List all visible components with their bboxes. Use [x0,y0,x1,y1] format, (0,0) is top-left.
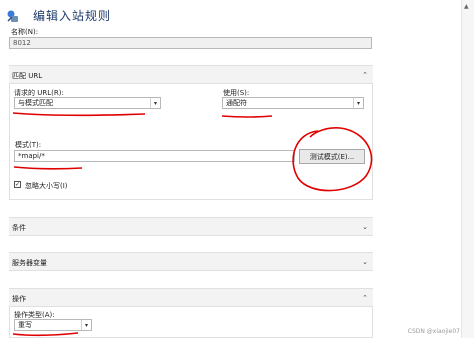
conditions-header[interactable]: 条件 ⌄ [9,217,373,236]
pattern-input[interactable]: *mapi/* [14,150,295,162]
expand-down-icon[interactable]: ⌄ [361,258,369,266]
collapse-up-icon[interactable]: ⌃ [361,294,369,302]
collapse-up-icon[interactable]: ⌃ [361,71,369,79]
chevron-down-icon: ▾ [150,98,160,108]
match-url-title: 匹配 URL [12,72,43,80]
ignore-case-checkbox[interactable]: ✓ [14,181,21,188]
page-title: 编辑入站规则 [33,9,112,23]
action-type-select[interactable]: 重写 ▾ [14,319,92,331]
name-field: 8012 [9,37,372,49]
name-label: 名称(N): [11,28,39,36]
requested-url-select[interactable]: 与模式匹配 ▾ [14,97,161,109]
rule-icon [7,10,18,22]
action-title: 操作 [12,295,26,303]
chevron-down-icon: ▾ [81,320,91,330]
using-value: 通配符 [226,99,247,107]
server-variables-title: 服务器变量 [12,259,47,267]
watermark: CSDN @xiaojie07 [407,328,460,335]
vertical-scrollbar[interactable] [461,0,474,338]
action-type-value: 重写 [18,321,32,329]
pattern-label: 模式(T): [15,141,42,149]
conditions-title: 条件 [12,224,26,232]
requested-url-value: 与模式匹配 [18,99,53,107]
using-select[interactable]: 通配符 ▾ [222,97,364,109]
test-pattern-button[interactable]: 测试模式(E)... [299,149,365,164]
match-url-header[interactable]: 匹配 URL ⌃ [9,65,373,84]
scroll-up-icon[interactable]: ▲ [464,3,469,10]
server-variables-header[interactable]: 服务器变量 ⌄ [9,252,373,271]
action-header[interactable]: 操作 ⌃ [9,288,373,307]
ignore-case-label: 忽略大小写(I) [25,182,68,190]
chevron-down-icon: ▾ [353,98,363,108]
expand-down-icon[interactable]: ⌄ [361,223,369,231]
